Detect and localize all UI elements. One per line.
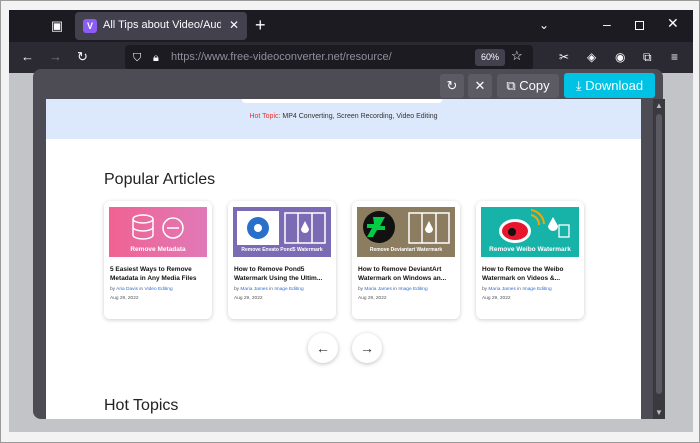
thumbnail-caption: Remove Metadata	[130, 246, 186, 253]
retry-icon[interactable]: ↻	[440, 74, 464, 98]
hot-topics-heading: Hot Topics	[104, 397, 179, 414]
carousel-next-button[interactable]: →	[352, 333, 382, 363]
url-text[interactable]: https://www.free-videoconverter.net/reso…	[171, 51, 392, 63]
close-window-icon[interactable]: ✕	[667, 15, 679, 32]
copy-icon: ⧉	[506, 78, 516, 93]
hot-topic-label: Hot Topic:	[249, 113, 281, 120]
author-link[interactable]: Aria Davis	[116, 287, 138, 292]
article-card[interactable]: Remove Deviantart Watermark How to Remov…	[352, 201, 460, 319]
article-thumbnail: Remove Weibo Watermark	[481, 207, 579, 257]
copy-label: Copy	[519, 78, 550, 93]
article-meta: by Maria James in Image Editing	[234, 287, 334, 292]
article-title[interactable]: 5 Easiest Ways to Remove Metadata in Any…	[110, 265, 208, 283]
thumbnail-caption: Remove Weibo Watermark	[489, 246, 571, 253]
in-label: in	[517, 287, 521, 292]
bookmark-star-icon[interactable]: ☆	[511, 48, 523, 64]
in-label: in	[393, 287, 397, 292]
popular-articles-heading: Popular Articles	[104, 171, 216, 188]
article-meta: by Aria Davis in Video Editing	[110, 287, 210, 292]
title-bar: ▣ V All Tips about Video/Audio Con ✕ + ⌄…	[9, 10, 693, 42]
hot-topic-items[interactable]: MP4 Converting, Screen Recording, Video …	[282, 113, 437, 120]
scrollbar-thumb[interactable]	[656, 114, 662, 394]
hot-topic-line: Hot Topic: MP4 Converting, Screen Record…	[46, 113, 641, 120]
download-icon: ⤓	[575, 78, 582, 93]
article-meta: by Maria James in Image Editing	[482, 287, 582, 292]
article-title[interactable]: How to Remove DeviantArt Watermark on Wi…	[358, 265, 456, 283]
author-link[interactable]: Maria James	[488, 287, 515, 292]
favicon-icon: V	[83, 19, 97, 33]
tab-overview-icon[interactable]: ▣	[47, 16, 67, 36]
in-label: in	[139, 287, 144, 292]
tab-title: All Tips about Video/Audio Con	[103, 19, 221, 31]
author-link[interactable]: Maria James	[240, 287, 267, 292]
maximize-icon[interactable]	[635, 21, 644, 30]
author-link[interactable]: Maria James	[364, 287, 391, 292]
lock-icon[interactable]: 🔒︎	[153, 50, 159, 66]
scroll-down-icon[interactable]: ▼	[653, 408, 665, 417]
category-link[interactable]: Video Editing	[144, 287, 172, 292]
arrow-right-icon: →	[360, 340, 374, 356]
article-title[interactable]: How to Remove Pond5 Watermark Using the …	[234, 265, 332, 283]
tab-close-icon[interactable]: ✕	[229, 18, 239, 32]
in-label: in	[269, 287, 273, 292]
article-date: Aug 29, 2022	[482, 296, 511, 301]
close-dialog-icon[interactable]: ✕	[468, 74, 492, 98]
article-title[interactable]: How to Remove the Weibo Watermark on Vid…	[482, 265, 580, 283]
article-thumbnail: Remove Deviantart Watermark	[357, 207, 455, 257]
scrollbar[interactable]: ▲ ▼	[653, 99, 665, 419]
url-bar[interactable]: ⛉ 🔒︎ https://www.free-videoconverter.net…	[125, 45, 533, 70]
arrow-left-icon: ←	[316, 340, 330, 356]
pocket-icon[interactable]: ◈	[587, 49, 596, 65]
by-label: by	[110, 287, 116, 292]
hot-topic-bar: Hot Topic: MP4 Converting, Screen Record…	[46, 99, 641, 139]
back-icon[interactable]: ←	[21, 49, 34, 65]
article-date: Aug 29, 2022	[358, 296, 387, 301]
download-button[interactable]: ⤓ Download	[564, 73, 655, 98]
zoom-level[interactable]: 60%	[475, 49, 505, 66]
tab-active[interactable]: V All Tips about Video/Audio Con ✕	[75, 12, 247, 40]
article-date: Aug 29, 2022	[110, 296, 139, 301]
scroll-up-icon[interactable]: ▲	[653, 101, 665, 110]
minimize-icon[interactable]: –	[603, 16, 611, 32]
screenshot-icon[interactable]: ✂	[559, 49, 569, 65]
extensions-icon[interactable]: ⧉	[643, 49, 652, 65]
by-label: by	[234, 287, 240, 292]
thumbnail-caption: Remove Envato Pond5 Watermark	[241, 247, 323, 253]
thumbnail-caption: Remove Deviantart Watermark	[369, 247, 443, 253]
shield-icon[interactable]: ⛉	[133, 50, 141, 66]
article-card[interactable]: Remove Weibo Watermark How to Remove the…	[476, 201, 584, 319]
captured-page: Hot Topic: MP4 Converting, Screen Record…	[46, 99, 641, 419]
category-link[interactable]: Image Editing	[522, 287, 551, 292]
category-link[interactable]: Image Editing	[274, 287, 303, 292]
article-meta: by Maria James in Image Editing	[358, 287, 458, 292]
forward-icon[interactable]: →	[49, 49, 62, 65]
reload-icon[interactable]: ↻	[77, 49, 88, 65]
chevron-down-icon[interactable]: ⌄	[539, 18, 549, 32]
category-link[interactable]: Image Editing	[398, 287, 427, 292]
copy-button[interactable]: ⧉ Copy	[497, 74, 559, 98]
article-thumbnail: Remove Metadata	[109, 207, 207, 257]
browser-window: ▣ V All Tips about Video/Audio Con ✕ + ⌄…	[0, 0, 700, 443]
by-label: by	[358, 287, 364, 292]
article-thumbnail: Remove Envato Pond5 Watermark	[233, 207, 331, 257]
article-card[interactable]: Remove Envato Pond5 Watermark How to Rem…	[228, 201, 336, 319]
carousel-prev-button[interactable]: ←	[308, 333, 338, 363]
new-tab-icon[interactable]: +	[255, 15, 266, 35]
search-box-edge	[242, 99, 442, 103]
by-label: by	[482, 287, 488, 292]
menu-icon[interactable]: ≡	[671, 49, 678, 65]
account-icon[interactable]: ◉	[615, 49, 625, 65]
download-label: Download	[585, 78, 644, 93]
article-date: Aug 29, 2022	[234, 296, 263, 301]
article-card[interactable]: Remove Metadata 5 Easiest Ways to Remove…	[104, 201, 212, 319]
